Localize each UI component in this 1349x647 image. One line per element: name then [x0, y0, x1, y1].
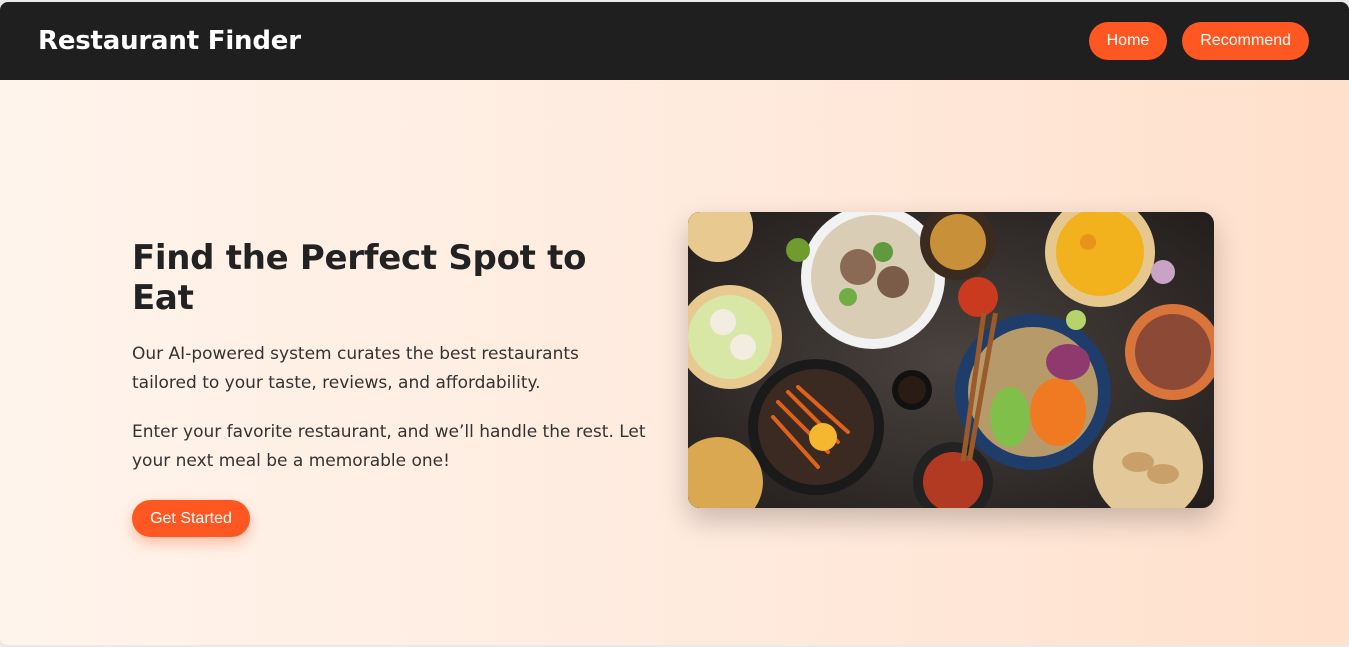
navbar: Restaurant Finder Home Recommend [0, 2, 1349, 80]
recommend-button[interactable]: Recommend [1182, 22, 1309, 60]
brand-logo[interactable]: Restaurant Finder [38, 26, 301, 56]
hero-title: Find the Perfect Spot to Eat [132, 238, 587, 318]
hero-section: Find the Perfect Spot to Eat Our AI-powe… [132, 238, 652, 537]
hero-description: Our AI-powered system curates the best r… [132, 344, 579, 393]
get-started-button[interactable]: Get Started [132, 500, 250, 537]
page-frame: Restaurant Finder Home Recommend Find th… [0, 2, 1349, 645]
home-button[interactable]: Home [1088, 22, 1168, 60]
hero-food-image [688, 212, 1214, 508]
nav-menu: Home Recommend [1088, 22, 1309, 60]
hero-subtext: Enter your favorite restaurant, and we’l… [132, 422, 646, 471]
